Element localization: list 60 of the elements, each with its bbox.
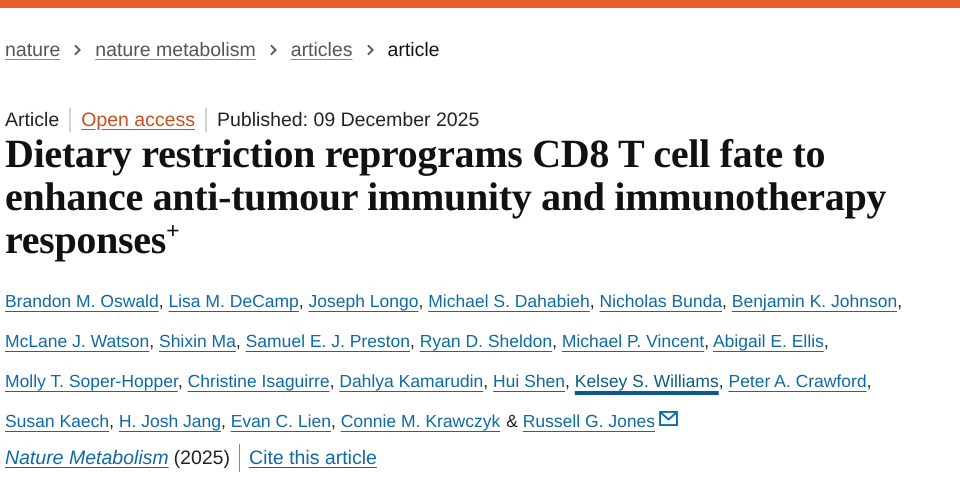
- author-link[interactable]: Michael P. Vincent: [562, 331, 704, 351]
- comma: ,: [330, 371, 334, 391]
- comma: ,: [590, 291, 595, 311]
- author-link[interactable]: Lisa M. DeCamp: [168, 291, 299, 311]
- comma: ,: [866, 371, 872, 391]
- comma: ,: [158, 291, 164, 311]
- author-link[interactable]: Abigail E. Ellis: [712, 331, 824, 351]
- breadcrumb-current: article: [388, 38, 440, 62]
- cite-article-link[interactable]: Cite this article: [249, 446, 377, 470]
- journal-link[interactable]: Nature Metabolism: [5, 446, 169, 470]
- comma: ,: [236, 331, 241, 351]
- author-link[interactable]: Shixin Ma: [159, 331, 236, 351]
- comma: ,: [298, 291, 304, 311]
- comma: ,: [722, 291, 727, 311]
- comma: ,: [221, 411, 226, 431]
- author-link[interactable]: Ryan D. Sheldon: [420, 331, 552, 351]
- author-link[interactable]: Connie M. Krawczyk: [340, 411, 500, 431]
- chevron-right-icon: [73, 44, 82, 56]
- comma: ,: [410, 331, 415, 351]
- author-link[interactable]: Joseph Longo: [308, 291, 418, 311]
- author-link[interactable]: H. Josh Jang: [118, 411, 221, 431]
- author-link[interactable]: Evan C. Lien: [230, 411, 331, 431]
- author-link[interactable]: Christine Isaguirre: [188, 371, 330, 391]
- author-link[interactable]: Susan Kaech: [5, 411, 110, 431]
- published-date: Published: 09 December 2025: [217, 108, 480, 132]
- comma: ,: [552, 331, 557, 351]
- comma: ,: [483, 371, 488, 391]
- comma: ,: [704, 331, 710, 351]
- article-type: Article: [5, 108, 60, 132]
- chevron-right-icon: [366, 44, 374, 56]
- open-access-link[interactable]: Open access: [81, 108, 195, 132]
- author-link[interactable]: Hui Shen: [493, 371, 566, 391]
- author-link[interactable]: McLane J. Watson: [5, 331, 150, 351]
- author-link[interactable]: Kelsey S. Williams: [574, 371, 719, 391]
- author-link[interactable]: Dahlya Kamarudin: [339, 371, 484, 391]
- publication-year: (2025): [174, 446, 230, 470]
- comma: ,: [109, 411, 114, 431]
- ampersand: &: [506, 411, 518, 431]
- author-link[interactable]: Michael S. Dahabieh: [428, 291, 590, 311]
- comma: ,: [149, 331, 154, 351]
- chevron-right-icon: [268, 44, 278, 56]
- author-link[interactable]: Brandon M. Oswald: [5, 291, 159, 311]
- comma: ,: [718, 371, 724, 391]
- comma: ,: [330, 411, 336, 431]
- comma: ,: [418, 291, 424, 311]
- breadcrumb-link[interactable]: articles: [290, 38, 352, 62]
- author-link[interactable]: Russell G. Jones: [522, 411, 656, 431]
- mail-icon[interactable]: [659, 411, 678, 426]
- comma: ,: [824, 331, 829, 351]
- comma: ,: [178, 371, 183, 391]
- author-link[interactable]: Samuel E. J. Preston: [246, 331, 410, 351]
- comma: ,: [565, 371, 570, 391]
- breadcrumb-link[interactable]: nature: [5, 38, 60, 62]
- author-link[interactable]: Benjamin K. Johnson: [732, 291, 898, 311]
- author-link[interactable]: Peter A. Crawford: [728, 371, 867, 391]
- article-title: Dietary restriction reprograms CD8 T cell fate to enhance anti-tumour immunity and immunotherapy responses$^{+}$: [5, 132, 888, 261]
- author-link[interactable]: Molly T. Soper-Hopper: [5, 371, 178, 391]
- comma: ,: [897, 291, 902, 311]
- author-link[interactable]: Nicholas Bunda: [599, 291, 722, 311]
- breadcrumb-link[interactable]: nature metabolism: [95, 38, 256, 62]
